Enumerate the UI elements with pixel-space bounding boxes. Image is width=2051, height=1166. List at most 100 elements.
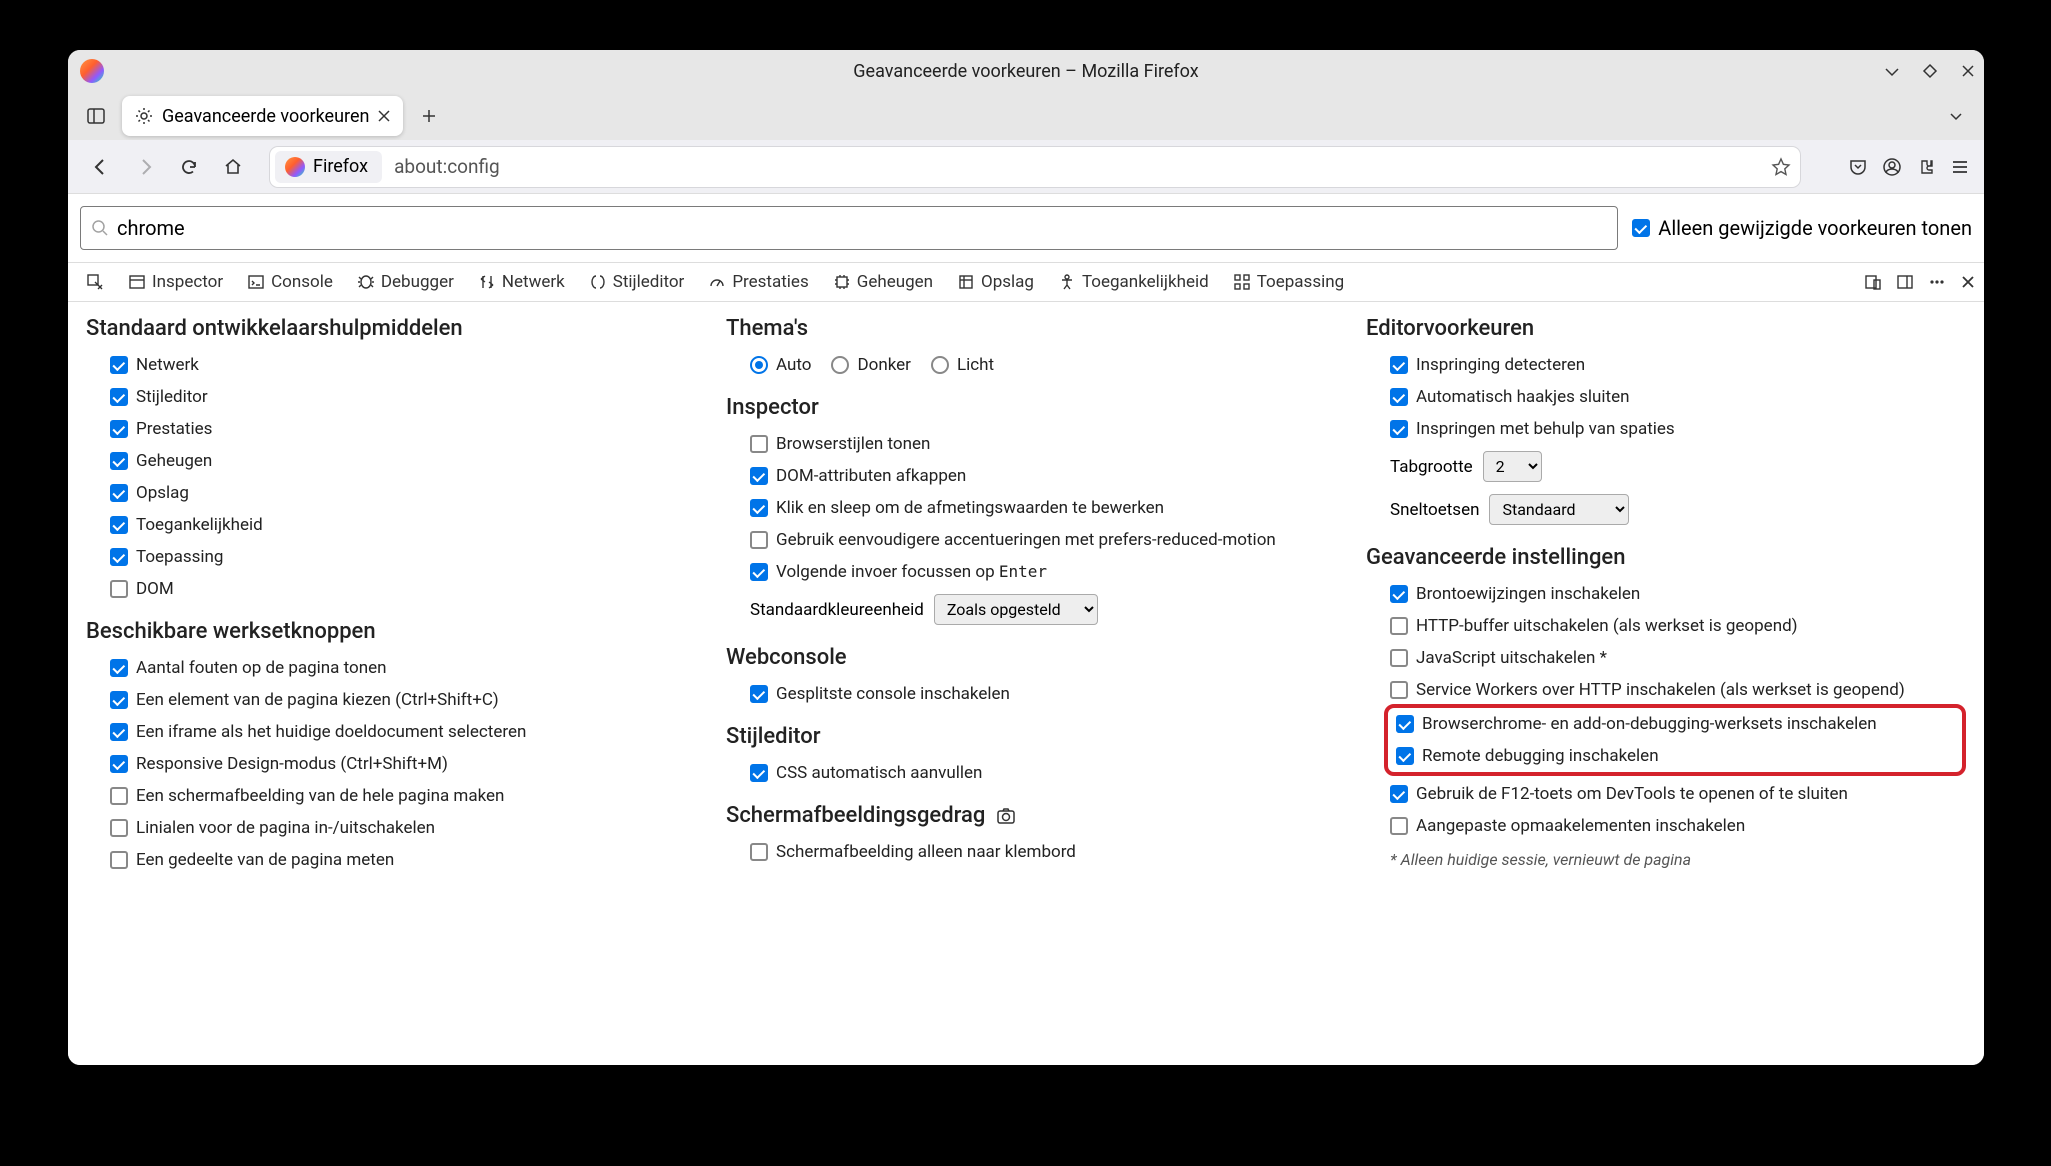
pocket-icon[interactable] [1848,157,1868,177]
checkbox-icon [1390,785,1408,803]
sidebar-button[interactable] [78,98,114,134]
tab-memory[interactable]: Geheugen [823,266,943,298]
reload-button[interactable] [170,148,208,186]
pick-element-button[interactable] [76,267,114,297]
modified-only-label: Alleen gewijzigde voorkeuren tonen [1658,216,1972,240]
account-icon[interactable] [1882,157,1902,177]
inspector-opt-1[interactable]: DOM-attributen afkappen [750,466,1326,486]
url-identity-box[interactable]: Firefox [275,151,382,183]
extensions-icon[interactable] [1916,157,1936,177]
default-tool-1[interactable]: Stijleditor [110,387,686,407]
checkbox-icon [750,531,768,549]
bookmark-star-icon[interactable] [1771,157,1791,177]
theme-light[interactable]: Licht [931,355,994,375]
checkbox-icon [110,356,128,374]
adv-opt-after-0[interactable]: Gebruik de F12-toets om DevTools te open… [1390,784,1966,804]
theme-auto[interactable]: Auto [750,355,811,375]
adv-opt-after-1[interactable]: Aangepaste opmaakelementen inschakelen [1390,816,1966,836]
section-default-tools-title: Standaard ontwikkelaarshulpmiddelen [86,316,686,341]
checkbox-icon [750,764,768,782]
back-button[interactable] [82,148,120,186]
default-tool-6[interactable]: Toepassing [110,547,686,567]
tab-console[interactable]: Console [237,266,343,298]
minimize-icon[interactable] [1884,63,1900,79]
toolbox-btn-6[interactable]: Een gedeelte van de pagina meten [110,850,686,870]
adv-opt-0[interactable]: Brontoewijzingen inschakelen [1390,584,1966,604]
tab-close-icon[interactable] [377,109,391,123]
checkbox-icon [1390,585,1408,603]
all-tabs-button[interactable] [1938,98,1974,134]
toolbox-btn-1[interactable]: Een element van de pagina kiezen (Ctrl+S… [110,690,686,710]
screenshot-clipboard[interactable]: Schermafbeelding alleen naar klembord [750,842,1326,862]
dock-side-icon[interactable] [1896,273,1914,291]
tab-storage[interactable]: Opslag [947,266,1044,298]
split-console[interactable]: Gesplitste console inschakelen [750,684,1326,704]
checkbox-icon [110,452,128,470]
advanced-footnote: * Alleen huidige sessie, vernieuwt de pa… [1366,850,1966,869]
tab-application[interactable]: Toepassing [1223,266,1354,298]
modified-only-checkbox[interactable]: Alleen gewijzigde voorkeuren tonen [1632,216,1972,240]
tabsize-select[interactable]: 2 [1483,451,1542,482]
default-tool-4[interactable]: Opslag [110,483,686,503]
css-autocomplete[interactable]: CSS automatisch aanvullen [750,763,1326,783]
toolbox-btn-3[interactable]: Responsive Design-modus (Ctrl+Shift+M) [110,754,686,774]
adv-highlight-1[interactable]: Remote debugging inschakelen [1396,746,1954,766]
toolbox-btn-5[interactable]: Linialen voor de pagina in-/uitschakelen [110,818,686,838]
toolbox-btn-4[interactable]: Een schermafbeelding van de hele pagina … [110,786,686,806]
editor-opt-1[interactable]: Automatisch haakjes sluiten [1390,387,1966,407]
default-tool-7[interactable]: DOM [110,579,686,599]
forward-button[interactable] [126,148,164,186]
inspector-opt-3[interactable]: Gebruik eenvoudigere accentueringen met … [750,530,1326,550]
search-box[interactable] [80,206,1618,250]
checkbox-icon [110,851,128,869]
menu-icon[interactable] [1950,157,1970,177]
tab-performance[interactable]: Prestaties [698,266,818,298]
maximize-icon[interactable] [1922,63,1938,79]
section-inspector-title: Inspector [726,395,1326,420]
content: Alleen gewijzigde voorkeuren tonen Inspe… [68,194,1984,1065]
adv-opt-2[interactable]: JavaScript uitschakelen * [1390,648,1966,668]
default-tool-5[interactable]: Toegankelijkheid [110,515,686,535]
kebab-icon[interactable] [1928,273,1946,291]
home-button[interactable] [214,148,252,186]
checkbox-icon [750,467,768,485]
default-tool-3[interactable]: Geheugen [110,451,686,471]
checkbox-icon [750,843,768,861]
search-input[interactable] [117,216,1607,240]
close-icon[interactable] [1960,63,1976,79]
editor-opt-2[interactable]: Inspringen met behulp van spaties [1390,419,1966,439]
toolbox-btn-0[interactable]: Aantal fouten op de pagina tonen [110,658,686,678]
urlbar[interactable]: Firefox about:config [270,147,1800,187]
tab-accessibility[interactable]: Toegankelijkheid [1048,266,1219,298]
tab-about-config[interactable]: Geavanceerde voorkeuren [122,96,403,136]
editor-opt-0[interactable]: Inspringing detecteren [1390,355,1966,375]
tab-inspector[interactable]: Inspector [118,266,233,298]
tab-style[interactable]: Stijleditor [579,266,695,298]
responsive-mode-icon[interactable] [1864,273,1882,291]
close-devtools-icon[interactable] [1960,274,1976,290]
default-tool-2[interactable]: Prestaties [110,419,686,439]
checkbox-icon [110,691,128,709]
tab-network[interactable]: Netwerk [468,266,575,298]
checkbox-icon [1390,420,1408,438]
checkbox-icon [1390,356,1408,374]
checkbox-icon [110,484,128,502]
camera-icon [995,805,1017,827]
inspector-opt-0[interactable]: Browserstijlen tonen [750,434,1326,454]
adv-opt-3[interactable]: Service Workers over HTTP inschakelen (a… [1390,680,1966,700]
adv-highlight-0[interactable]: Browserchrome- en add-on-debugging-werks… [1396,714,1954,734]
adv-opt-1[interactable]: HTTP-buffer uitschakelen (als werkset is… [1390,616,1966,636]
theme-dark[interactable]: Donker [831,355,910,375]
column-right: Editorvoorkeuren Inspringing detecterenA… [1366,316,1966,1051]
checkbox-icon [750,685,768,703]
default-tool-0[interactable]: Netwerk [110,355,686,375]
toolbox-btn-2[interactable]: Een iframe als het huidige doeldocument … [110,722,686,742]
section-webconsole-title: Webconsole [726,645,1326,670]
color-unit-select[interactable]: Zoals opgesteld [934,594,1098,625]
section-screenshot-title: Schermafbeeldingsgedrag [726,803,1326,828]
focus-next-input[interactable]: Volgende invoer focussen op Enter [726,562,1326,582]
tab-debugger[interactable]: Debugger [347,266,464,298]
new-tab-button[interactable] [411,98,447,134]
shortcuts-select[interactable]: Standaard [1489,494,1629,525]
inspector-opt-2[interactable]: Klik en sleep om de afmetingswaarden te … [750,498,1326,518]
